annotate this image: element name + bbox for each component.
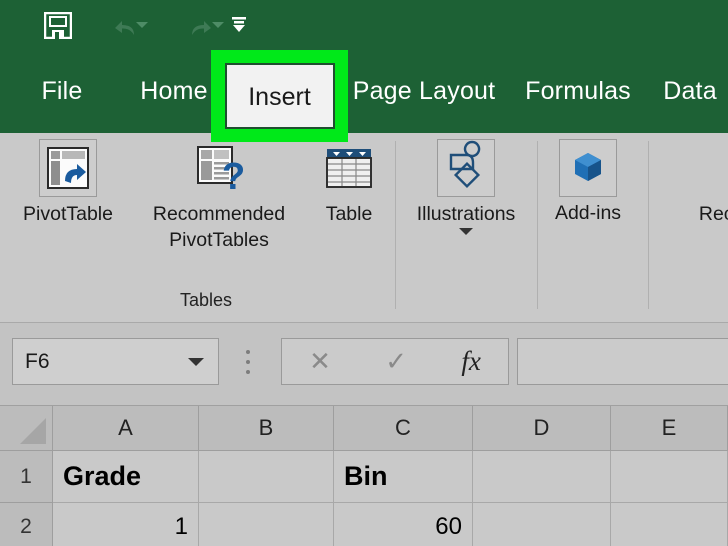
illustrations-chevron-down-icon[interactable]: [459, 228, 473, 235]
enter-formula-button[interactable]: ✓: [385, 346, 407, 377]
name-box[interactable]: F6: [12, 338, 219, 385]
tab-formulas[interactable]: Formulas: [512, 50, 644, 133]
pivot-table-button[interactable]: PivotTable: [8, 133, 128, 227]
row-header-2[interactable]: 2: [0, 503, 53, 546]
row-header-1[interactable]: 1: [0, 451, 53, 503]
ribbon-group-illustrations: Illustrations: [396, 133, 536, 323]
formula-bar: F6 ✕ ✓ fx: [0, 324, 728, 406]
cell-d1[interactable]: [473, 451, 611, 503]
column-header-e[interactable]: E: [611, 406, 728, 451]
customize-qat-icon[interactable]: [228, 14, 250, 36]
column-header-row: A B C D E: [0, 406, 728, 451]
pivot-table-icon: [39, 139, 97, 197]
cell-b2[interactable]: [199, 503, 334, 546]
tab-file[interactable]: File: [20, 50, 104, 133]
svg-text:?: ?: [222, 156, 245, 197]
cancel-formula-button[interactable]: ✕: [309, 346, 331, 377]
excel-window: File Home Page Layout Formulas Data Inse…: [0, 0, 728, 546]
illustrations-label: Illustrations: [417, 201, 516, 227]
select-all-corner[interactable]: [0, 406, 53, 451]
cell-b1[interactable]: [199, 451, 334, 503]
column-header-a[interactable]: A: [53, 406, 199, 451]
save-icon[interactable]: [44, 12, 72, 39]
column-header-d[interactable]: D: [473, 406, 611, 451]
column-header-c[interactable]: C: [334, 406, 473, 451]
ribbon-group-tables: PivotTable ? Recommen: [0, 133, 412, 323]
select-all-triangle-icon: [20, 418, 46, 444]
table-icon: [320, 139, 378, 197]
ribbon-group-label-tables: Tables: [0, 290, 412, 311]
redo-dropdown-chevron-down-icon[interactable]: [212, 22, 224, 28]
cell-a2[interactable]: 1: [53, 503, 199, 546]
recommended-pivot-tables-icon: ?: [190, 139, 248, 197]
recommended-charts-label: Recommended Charts: [685, 201, 728, 253]
ribbon-tab-bar: File Home Page Layout Formulas Data: [0, 50, 728, 133]
quick-access-toolbar: [0, 0, 728, 50]
formula-bar-grip[interactable]: [246, 350, 250, 374]
recommended-charts-button[interactable]: ? Recommended Charts: [685, 133, 728, 253]
illustrations-button[interactable]: Illustrations: [400, 133, 532, 235]
insert-function-button[interactable]: fx: [461, 346, 481, 377]
illustrations-icon: [437, 139, 495, 197]
cell-a1[interactable]: Grade: [53, 451, 199, 503]
cell-e1[interactable]: [611, 451, 728, 503]
formula-input[interactable]: [517, 338, 728, 385]
table-button[interactable]: Table: [310, 133, 388, 227]
worksheet-grid: A B C D E 1 Grade Bin 2 1 60: [0, 406, 728, 546]
name-box-chevron-down-icon[interactable]: [188, 358, 204, 366]
cell-c1[interactable]: Bin: [334, 451, 473, 503]
add-ins-label: Add-ins: [555, 201, 621, 225]
ribbon-group-charts: ? Recommended Charts: [649, 133, 728, 323]
table-label: Table: [326, 201, 373, 227]
add-ins-icon: [559, 139, 617, 197]
cell-d2[interactable]: [473, 503, 611, 546]
column-header-b[interactable]: B: [199, 406, 334, 451]
ribbon-content-insert: PivotTable ? Recommen: [0, 133, 728, 323]
ribbon-group-add-ins: Add-ins: [538, 133, 638, 323]
pivot-table-label: PivotTable: [23, 201, 113, 227]
formula-bar-buttons: ✕ ✓ fx: [281, 338, 509, 385]
recommended-pivot-tables-label: Recommended PivotTables: [132, 201, 307, 253]
tab-insert[interactable]: Insert: [211, 50, 348, 142]
cell-c2[interactable]: 60: [334, 503, 473, 546]
tab-page-layout[interactable]: Page Layout: [336, 50, 512, 133]
tab-data[interactable]: Data: [652, 50, 728, 133]
cell-e2[interactable]: [611, 503, 728, 546]
name-box-value: F6: [13, 350, 188, 374]
add-ins-button[interactable]: Add-ins: [548, 133, 628, 225]
undo-dropdown-chevron-down-icon[interactable]: [136, 22, 148, 28]
recommended-pivot-tables-button[interactable]: ? Recommended PivotTables: [130, 133, 308, 253]
